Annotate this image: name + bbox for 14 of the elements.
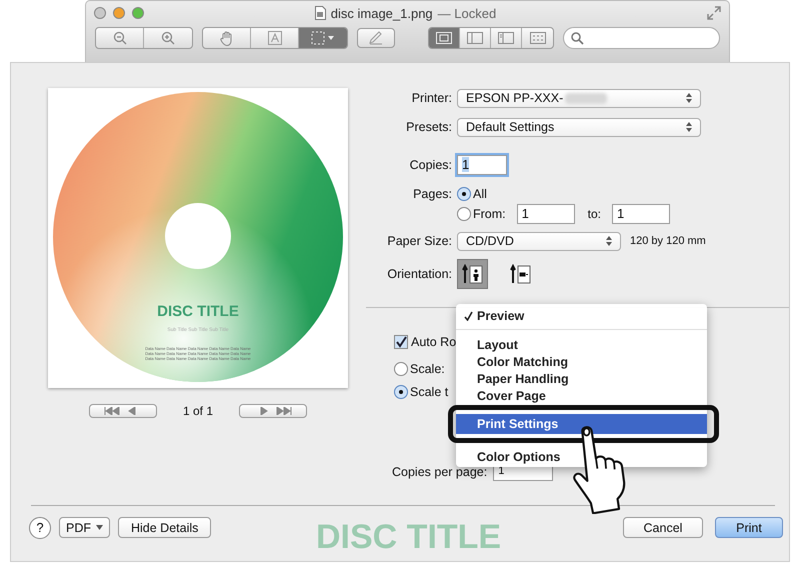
page-indicator: 1 of 1 [182,404,214,418]
to-label: to: [588,207,601,221]
window-title: disc image_1.png [330,6,433,20]
paper-size-label: Paper Size: [386,234,452,248]
copies-label: Copies: [408,158,452,172]
disc-title: DISC TITLE [157,303,239,320]
window-status: — Locked [438,6,496,20]
pages-label: Pages: [412,187,452,201]
background-disc-title: DISC TITLE [316,518,502,557]
printer-label: Printer: [410,91,452,105]
paper-size-note: 120 by 120 mm [630,235,706,247]
orientation-label: Orientation: [386,267,452,281]
presets-label: Presets: [405,120,452,134]
copies-per-page-label: Copies per page: [392,465,488,479]
